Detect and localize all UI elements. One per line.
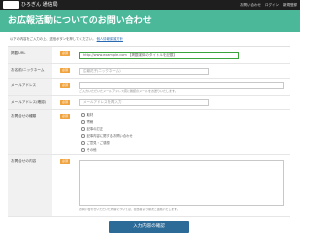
type-option-label: 寄稿 [86, 120, 94, 124]
email-input[interactable] [79, 82, 284, 89]
site-logo[interactable]: ひろぎん 通信局 [3, 1, 58, 9]
required-badge: 必須 [60, 114, 70, 119]
radio-icon [81, 148, 85, 152]
radio-icon [81, 120, 85, 124]
top-bar: ひろぎん 通信局 お問い合わせ ログイン 新規登録 [0, 0, 300, 10]
email-label: メールアドレス [11, 83, 37, 87]
url-label: 掲載URL [11, 51, 26, 55]
label-cell: 掲載URL [8, 47, 52, 63]
required-badge: 必須 [60, 100, 70, 105]
brand-name: ひろぎん 通信局 [21, 2, 58, 8]
email-help-text: ご入力いただいたメールアドレス宛に確認のメールをお送りいたします。 [79, 89, 178, 93]
type-option-label: 記事内容に関するお問い合わせ [86, 134, 133, 138]
form-row-email: メールアドレス 必須 ご入力いただいたメールアドレス宛に確認のメールをお送りいた… [8, 79, 290, 96]
content-label: お問合せの内容 [11, 159, 37, 163]
type-option-other[interactable]: その他 [81, 148, 96, 152]
notice-text: 以下の内容をご入力の上、送信ボタンを押してください。 [10, 37, 96, 41]
nav-login-link[interactable]: ログイン [265, 2, 279, 8]
radio-icon [81, 127, 85, 131]
form-row-url: 掲載URL 必須 http://www.example.com 【掲載媒体のタイ… [8, 47, 290, 64]
logo-mark [3, 1, 19, 9]
required-badge: 必須 [60, 159, 70, 164]
radio-icon [81, 113, 85, 117]
required-badge: 必須 [60, 83, 70, 88]
nav-register-link[interactable]: 新規登録 [283, 2, 297, 8]
page-title: お広報活動についてのお問い合わせ [8, 16, 152, 26]
label-cell: メールアドレス [8, 79, 52, 95]
type-option-label: 取材 [86, 113, 94, 117]
top-nav: お問い合わせ ログイン 新規登録 [240, 2, 297, 8]
confirm-button[interactable]: 入力内容の確認 [109, 221, 189, 233]
form-notice: 以下の内容をご入力の上、送信ボタンを押してください。 個人情報保護方針 [10, 37, 250, 42]
email-confirm-label: メールアドレス(確認) [11, 100, 47, 104]
content-textarea[interactable] [79, 160, 284, 206]
type-option-contribution[interactable]: 寄稿 [81, 120, 93, 124]
type-option-label: ご意見・ご感想 [86, 141, 110, 145]
required-badge: 必須 [60, 51, 70, 56]
privacy-policy-link[interactable]: 個人情報保護方針 [97, 37, 123, 41]
page-banner: お広報活動についてのお問い合わせ [0, 10, 300, 32]
name-label: お名前/ニックネーム [11, 68, 45, 72]
label-cell: メールアドレス(確認) [8, 96, 52, 109]
form-row-content: お問合せの内容 必須 お問い合わせいただいた内容については、担当者より順次ご連絡… [8, 155, 290, 217]
type-option-article-inquiry[interactable]: 記事内容に関するお問い合わせ [81, 134, 133, 138]
radio-icon [81, 134, 85, 138]
type-option-correction[interactable]: 記事の訂正 [81, 127, 103, 131]
required-badge: 必須 [60, 68, 70, 73]
type-option-interview[interactable]: 取材 [81, 113, 93, 117]
url-input[interactable]: http://www.example.com 【掲載媒体のタイトルを記載】 [79, 52, 239, 59]
form-row-type: お問合せの種類 必須 取材 寄稿 記事の訂正 記事内容に関するお問い合わせ ご意… [8, 110, 290, 155]
type-option-label: 記事の訂正 [86, 127, 104, 131]
name-input[interactable]: 広報花子(ニックネーム) [79, 68, 209, 75]
contact-form: 掲載URL 必須 http://www.example.com 【掲載媒体のタイ… [8, 46, 290, 217]
label-cell: お名前/ニックネーム [8, 64, 52, 78]
label-cell: お問合せの内容 [8, 155, 52, 216]
type-label: お問合せの種類 [11, 114, 37, 118]
form-row-email-confirm: メールアドレス(確認) 必須 メールアドレスを再入力 [8, 96, 290, 110]
label-cell: お問合せの種類 [8, 110, 52, 154]
type-option-feedback[interactable]: ご意見・ご感想 [81, 141, 110, 145]
email-confirm-input[interactable]: メールアドレスを再入力 [79, 99, 209, 106]
radio-icon [81, 141, 85, 145]
content-note: お問い合わせいただいた内容については、担当者より順次ご連絡いたします。 [79, 208, 180, 211]
type-option-label: その他 [86, 148, 97, 152]
nav-contact-link[interactable]: お問い合わせ [240, 2, 261, 8]
form-row-name: お名前/ニックネーム 必須 広報花子(ニックネーム) [8, 64, 290, 79]
